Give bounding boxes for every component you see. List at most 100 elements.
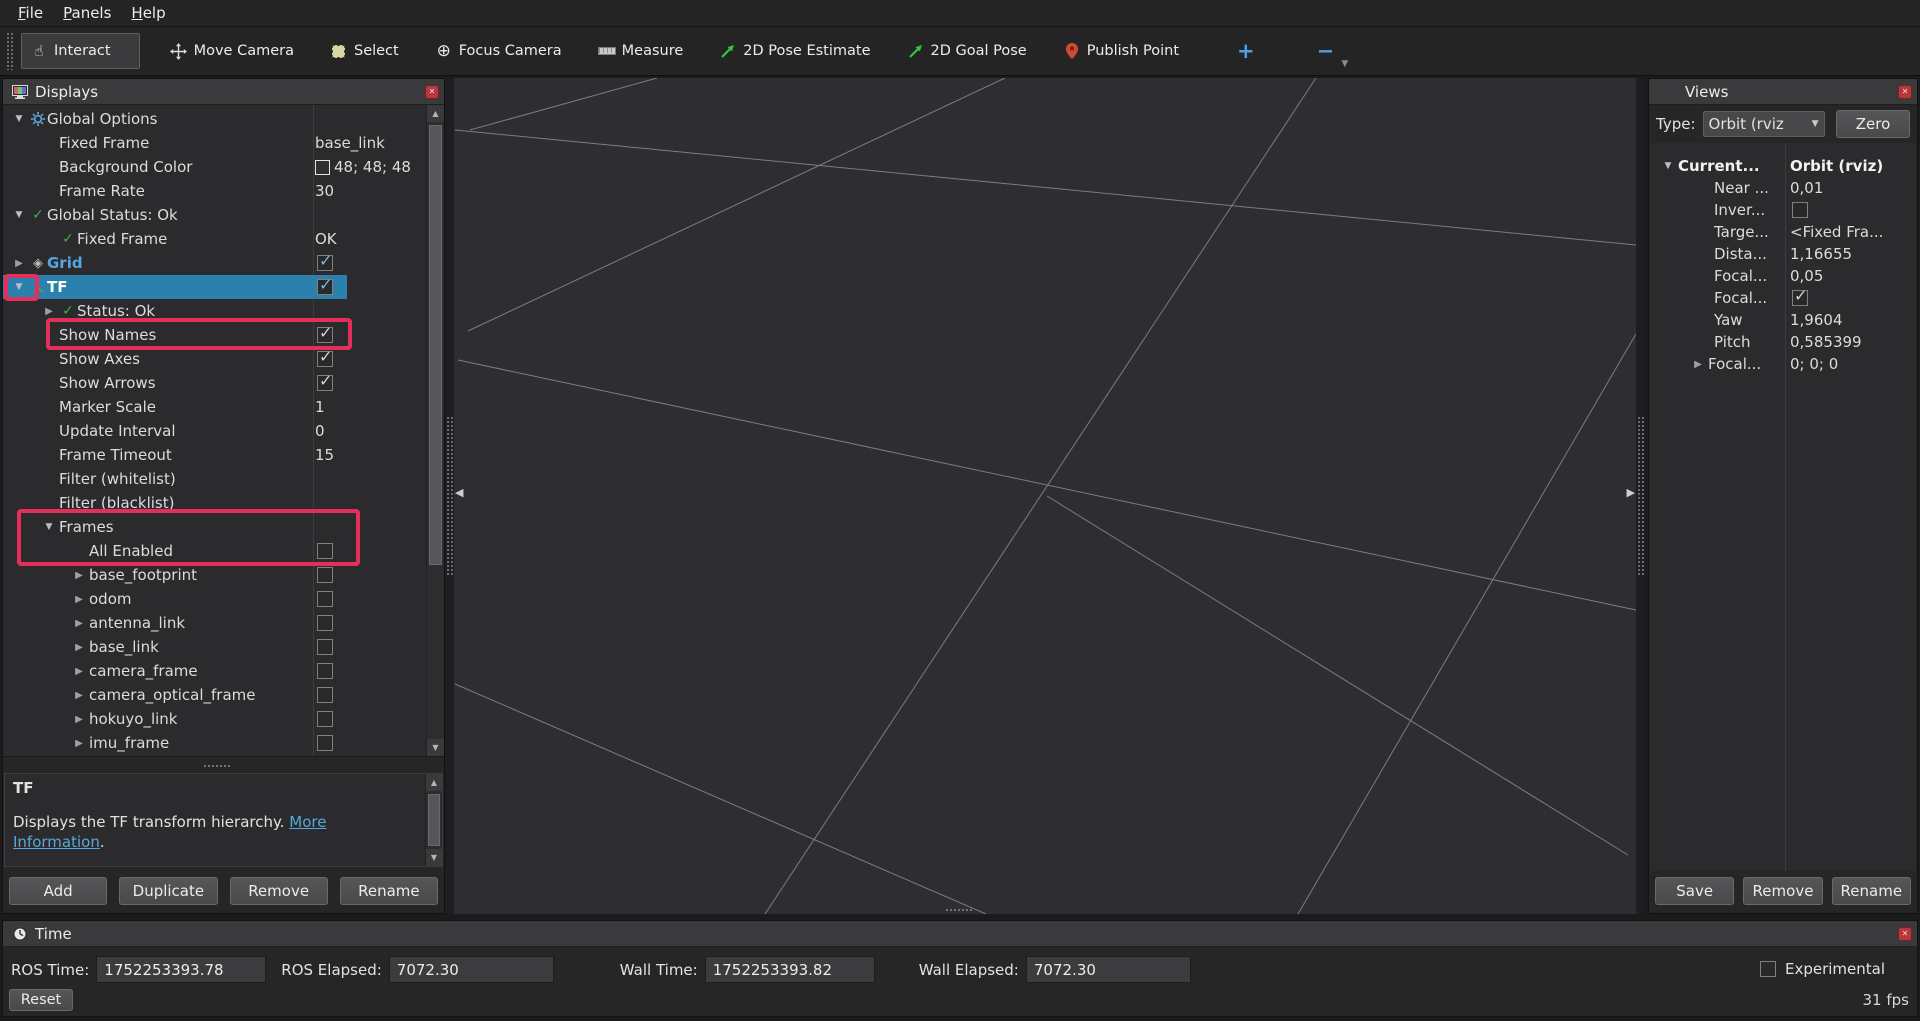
checkbox[interactable] (1792, 202, 1808, 218)
tree-row-background-color[interactable]: Background Color48; 48; 48 (3, 155, 426, 179)
tree-row-fixed-frame[interactable]: Fixed Framebase_link (3, 131, 426, 155)
add-tool-button[interactable]: + (1237, 39, 1255, 63)
checkbox[interactable]: ✓ (317, 279, 333, 295)
tree-row-status-ok[interactable]: ▶✓Status: Ok (3, 299, 426, 323)
scroll-down-icon[interactable]: ▼ (427, 739, 444, 756)
close-icon[interactable]: ✕ (1898, 927, 1912, 941)
tree-row-show-arrows[interactable]: Show Arrows✓ (3, 371, 426, 395)
tree-row-show-names[interactable]: Show Names✓ (3, 323, 426, 347)
scroll-down-icon[interactable]: ▼ (426, 849, 442, 866)
scroll-up-icon[interactable]: ▲ (427, 105, 444, 122)
views-row-focal-[interactable]: Focal...0,05 (1650, 265, 1916, 287)
time-field-value[interactable]: 7072.30 (389, 956, 554, 983)
views-rename-button[interactable]: Rename (1832, 877, 1911, 905)
expander-closed-icon[interactable]: ▶ (69, 666, 89, 677)
tree-row-base-footprint[interactable]: ▶base_footprint (3, 563, 426, 587)
duplicate-button[interactable]: Duplicate (119, 877, 217, 905)
tree-row-global-options[interactable]: ▼Global Options (3, 107, 426, 131)
expander-closed-icon[interactable]: ▶ (69, 738, 89, 749)
views-row-yaw[interactable]: Yaw1,9604 (1650, 309, 1916, 331)
checkbox[interactable] (317, 615, 333, 631)
expander-open-icon[interactable]: ▼ (9, 282, 29, 292)
views-row-near-[interactable]: Near ...0,01 (1650, 177, 1916, 199)
tree-row-hokuyo-link[interactable]: ▶hokuyo_link (3, 707, 426, 731)
remove-button[interactable]: Remove (230, 877, 328, 905)
view-type-dropdown[interactable]: Orbit (rviz ▼ (1703, 111, 1825, 137)
views-panel-header[interactable]: Views ✕ (1649, 79, 1917, 105)
expander-closed-icon[interactable]: ▶ (69, 618, 89, 629)
tool-move-camera[interactable]: Move Camera (170, 42, 294, 60)
scrollbar-thumb[interactable] (429, 125, 442, 565)
checkbox[interactable] (317, 543, 333, 559)
tree-row-imu-frame[interactable]: ▶imu_frame (3, 731, 426, 755)
tool-2d-pose-estimate[interactable]: 2D Pose Estimate (719, 42, 870, 60)
checkbox[interactable]: ✓ (317, 255, 333, 271)
expander-closed-icon[interactable]: ▶ (69, 594, 89, 605)
tool-measure[interactable]: Measure (598, 42, 684, 60)
tree-row-show-axes[interactable]: Show Axes✓ (3, 347, 426, 371)
zero-button[interactable]: Zero (1836, 110, 1910, 138)
menu-panels[interactable]: Panels (53, 2, 121, 24)
tool-publish-point[interactable]: Publish Point (1063, 42, 1179, 60)
remove-tool-button[interactable]: − ▼ (1317, 39, 1335, 63)
render-viewport[interactable]: ◀ ▶ (445, 78, 1645, 914)
checkbox[interactable] (317, 711, 333, 727)
tool-focus-camera[interactable]: ⊕Focus Camera (435, 42, 562, 60)
tree-row-tf[interactable]: ▼TF✓ (3, 275, 426, 299)
views-row-pitch[interactable]: Pitch0,585399 (1650, 331, 1916, 353)
collapse-right-icon[interactable]: ▶ (1627, 486, 1635, 499)
time-field-value[interactable]: 7072.30 (1026, 956, 1191, 983)
checkbox[interactable]: ✓ (317, 327, 333, 343)
time-panel-header[interactable]: Time ✕ (3, 921, 1917, 947)
tree-row-all-enabled[interactable]: All Enabled (3, 539, 426, 563)
checkbox[interactable]: ✓ (1792, 290, 1808, 306)
views-row-focal-[interactable]: ▶Focal...0; 0; 0 (1650, 353, 1916, 375)
right-splitter-grip[interactable] (1637, 416, 1644, 576)
tree-row-update-interval[interactable]: Update Interval0 (3, 419, 426, 443)
views-row-targe-[interactable]: Targe...<Fixed Fra... (1650, 221, 1916, 243)
tool-2d-goal-pose[interactable]: 2D Goal Pose (907, 42, 1027, 60)
time-field-value[interactable]: 1752253393.78 (96, 956, 266, 983)
checkbox[interactable]: ✓ (317, 375, 333, 391)
close-icon[interactable]: ✕ (425, 85, 439, 99)
time-field-value[interactable]: 1752253393.82 (705, 956, 875, 983)
tree-row-filter-blacklist-[interactable]: Filter (blacklist) (3, 491, 426, 515)
expander-open-icon[interactable]: ▼ (1658, 161, 1678, 171)
close-icon[interactable]: ✕ (1898, 85, 1912, 99)
rename-button[interactable]: Rename (340, 877, 438, 905)
views-row-dista-[interactable]: Dista...1,16655 (1650, 243, 1916, 265)
checkbox[interactable]: ✓ (317, 351, 333, 367)
checkbox[interactable] (317, 639, 333, 655)
tree-row-frame-rate[interactable]: Frame Rate30 (3, 179, 426, 203)
checkbox[interactable] (317, 591, 333, 607)
expander-closed-icon[interactable]: ▶ (69, 690, 89, 701)
expander-open-icon[interactable]: ▼ (9, 114, 29, 124)
description-scrollbar[interactable]: ▲ ▼ (425, 774, 442, 866)
toolbar-grip-handle[interactable] (6, 32, 13, 70)
views-row-inver-[interactable]: Inver... (1650, 199, 1916, 221)
expander-closed-icon[interactable]: ▶ (69, 642, 89, 653)
tree-row-global-status-ok[interactable]: ▼✓Global Status: Ok (3, 203, 426, 227)
menu-file[interactable]: File (8, 2, 53, 24)
tree-row-camera-optical-frame[interactable]: ▶camera_optical_frame (3, 683, 426, 707)
tool-select[interactable]: Select (330, 42, 399, 60)
checkbox[interactable] (317, 687, 333, 703)
left-splitter-grip[interactable] (446, 416, 453, 576)
checkbox[interactable] (317, 663, 333, 679)
add-button[interactable]: Add (9, 877, 107, 905)
displays-panel-header[interactable]: Displays ✕ (3, 79, 444, 105)
experimental-checkbox[interactable] (1760, 961, 1776, 977)
checkbox[interactable] (317, 567, 333, 583)
displays-scrollbar[interactable]: ▲ ▼ (426, 105, 444, 756)
tree-row-frames[interactable]: ▼Frames (3, 515, 426, 539)
reset-button[interactable]: Reset (9, 989, 73, 1011)
expander-closed-icon[interactable]: ▶ (1688, 359, 1708, 370)
expander-closed-icon[interactable]: ▶ (69, 570, 89, 581)
splitter-handle[interactable] (3, 757, 444, 773)
tree-row-base-link[interactable]: ▶base_link (3, 635, 426, 659)
color-swatch[interactable] (315, 160, 330, 175)
views-remove-button[interactable]: Remove (1743, 877, 1822, 905)
expander-closed-icon[interactable]: ▶ (69, 714, 89, 725)
views-save-button[interactable]: Save (1655, 877, 1734, 905)
menu-help[interactable]: Help (121, 2, 175, 24)
